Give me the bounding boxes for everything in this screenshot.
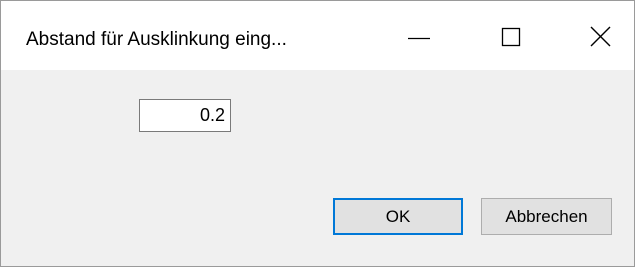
title-bar[interactable]: Abstand für Ausklinkung eing... xyxy=(1,1,634,70)
ok-button[interactable]: OK xyxy=(333,198,463,235)
window-title: Abstand für Ausklinkung eing... xyxy=(26,29,287,50)
minimize-icon xyxy=(408,37,430,40)
close-icon xyxy=(590,26,611,47)
maximize-button[interactable] xyxy=(479,11,543,63)
close-button[interactable] xyxy=(570,11,634,63)
dialog-window: Abstand für Ausklinkung eing... OK Abbre… xyxy=(0,0,635,267)
maximize-icon xyxy=(501,27,521,47)
minimize-button[interactable] xyxy=(387,11,451,63)
cancel-button[interactable]: Abbrechen xyxy=(481,198,612,235)
distance-input[interactable] xyxy=(139,99,231,132)
